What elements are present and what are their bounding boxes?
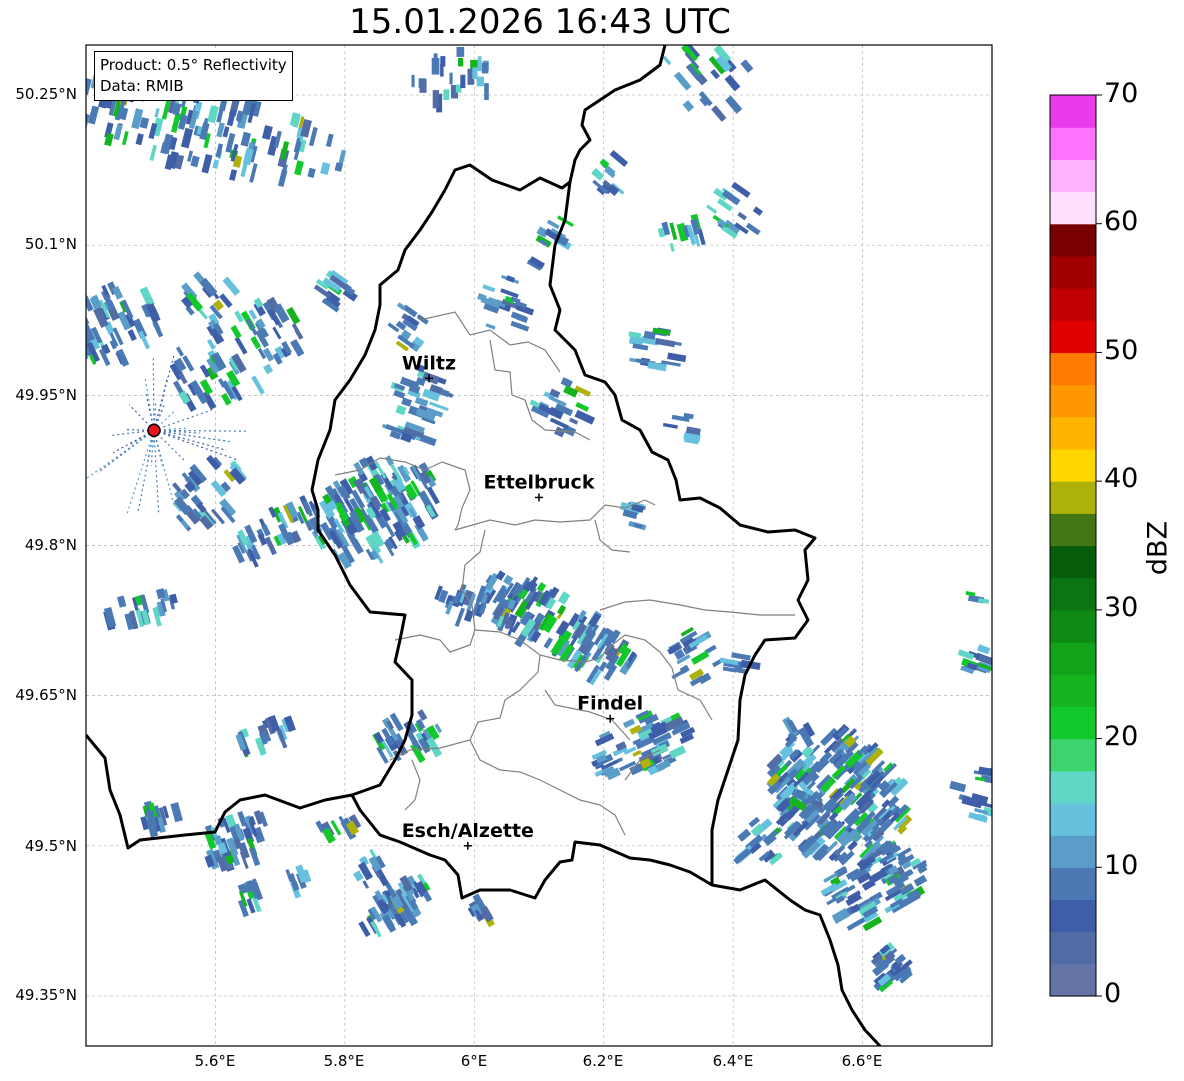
colorbar-segment [1050, 352, 1096, 386]
data-source-label: Data: RMIB [100, 77, 184, 95]
radar-map[interactable]: Wiltz Ettelbruck Findel Esch/Alzette [0, 0, 1184, 1081]
echo-cell [65, 73, 70, 82]
lat-tick-label: 49.8°N [24, 536, 77, 554]
lat-tick-label: 49.65°N [15, 686, 77, 704]
echo-cell [431, 57, 440, 75]
echo-cell [440, 64, 444, 77]
echo-cell [1009, 592, 1018, 600]
lon-tick-label: 5.8°E [323, 1052, 365, 1070]
echo-cell [411, 74, 415, 88]
colorbar-segment [1050, 448, 1096, 482]
colorbar-segment [1050, 384, 1096, 418]
colorbar-segment [1050, 867, 1096, 901]
echo-cell [458, 58, 464, 67]
lon-tick-label: 5.6°E [194, 1052, 236, 1070]
colorbar-segment [1050, 288, 1096, 321]
echo-cell [456, 47, 465, 57]
echo-cell [71, 314, 81, 329]
colorbar-tick-label: 20 [1104, 721, 1139, 752]
echo-cell [991, 803, 992, 811]
lat-tick-label: 49.95°N [15, 386, 77, 404]
echo-cell [460, 74, 466, 89]
lat-tick-label: 50.25°N [15, 85, 77, 103]
colorbar-unit-label: dBZ [1142, 520, 1174, 576]
lon-tick-label: 6.4°E [712, 1052, 754, 1070]
echo-cell [419, 78, 427, 93]
echo-cell [443, 89, 450, 100]
echo-cell [481, 62, 489, 74]
colorbar-segment [1050, 223, 1096, 257]
colorbar-segment [1050, 899, 1096, 933]
echo-cell [1014, 598, 1023, 604]
echo-cell [1000, 788, 1018, 799]
echo-cell [1008, 603, 1020, 610]
radar-spoke [152, 357, 155, 431]
colorbar-segment [1050, 416, 1096, 450]
city-label: Findel [577, 693, 643, 715]
colorbar-segment [1050, 706, 1096, 740]
lat-tick-label: 50.1°N [24, 235, 77, 253]
colorbar-segment [1050, 963, 1096, 997]
echo-cell [1002, 594, 1015, 601]
colorbar-segment [1050, 191, 1096, 225]
colorbar-segment [1050, 835, 1096, 868]
colorbar-segment [1050, 577, 1096, 611]
echo-cell [58, 104, 67, 118]
colorbar-segment [1050, 674, 1096, 707]
city-label: Wiltz [402, 352, 456, 374]
city-label: Ettelbruck [484, 471, 595, 493]
lon-tick-label: 6.6°E [841, 1052, 883, 1070]
colorbar-segment [1050, 545, 1096, 579]
echo-cell [432, 90, 439, 109]
colorbar-tick-label: 40 [1104, 463, 1139, 494]
colorbar-segment [1050, 320, 1096, 354]
echo-cell [477, 56, 482, 72]
colorbar-segment [1050, 255, 1096, 289]
colorbar [1050, 94, 1102, 997]
echo-cell [994, 794, 1005, 802]
colorbar-segment [1050, 481, 1096, 514]
echo-cell [1002, 777, 1022, 785]
echo-cell [449, 72, 453, 85]
product-info-box: Product: 0.5° Reflectivity Data: RMIB [94, 51, 293, 101]
echo-cell [712, 27, 729, 45]
colorbar-segment [1050, 513, 1096, 547]
echo-cell [484, 83, 489, 100]
product-label: Product: 0.5° Reflectivity [100, 56, 287, 74]
echo-cell [68, 114, 76, 132]
colorbar-tick-label: 60 [1104, 206, 1139, 237]
echo-cell [476, 76, 484, 87]
colorbar-tick-label: 50 [1104, 335, 1139, 366]
echo-cell [1001, 794, 1012, 803]
lat-tick-label: 49.35°N [15, 986, 77, 1004]
colorbar-segment [1050, 770, 1096, 804]
colorbar-segment [1050, 159, 1096, 193]
echo-cell [73, 116, 82, 132]
colorbar-segment [1050, 609, 1096, 643]
echo-cell [73, 328, 82, 342]
lon-tick-label: 6°E [460, 1052, 488, 1070]
colorbar-segment [1050, 642, 1096, 675]
colorbar-tick-label: 10 [1104, 850, 1139, 881]
colorbar-tick-label: 30 [1104, 592, 1139, 623]
colorbar-tick-label: 0 [1104, 978, 1122, 1009]
echo-cell [76, 301, 85, 312]
colorbar-segment [1050, 127, 1096, 160]
lat-tick-label: 49.5°N [24, 837, 77, 855]
colorbar-segment [1050, 738, 1096, 772]
colorbar-tick-label: 70 [1104, 78, 1139, 109]
colorbar-segment [1050, 802, 1096, 836]
radar-site-marker[interactable] [147, 423, 161, 438]
lon-tick-label: 6.2°E [582, 1052, 624, 1070]
colorbar-segment [1050, 931, 1096, 965]
city-label: Esch/Alzette [402, 820, 534, 842]
echo-cell [1003, 602, 1022, 609]
echo-cell [1002, 601, 1013, 610]
colorbar-segment [1050, 95, 1096, 128]
